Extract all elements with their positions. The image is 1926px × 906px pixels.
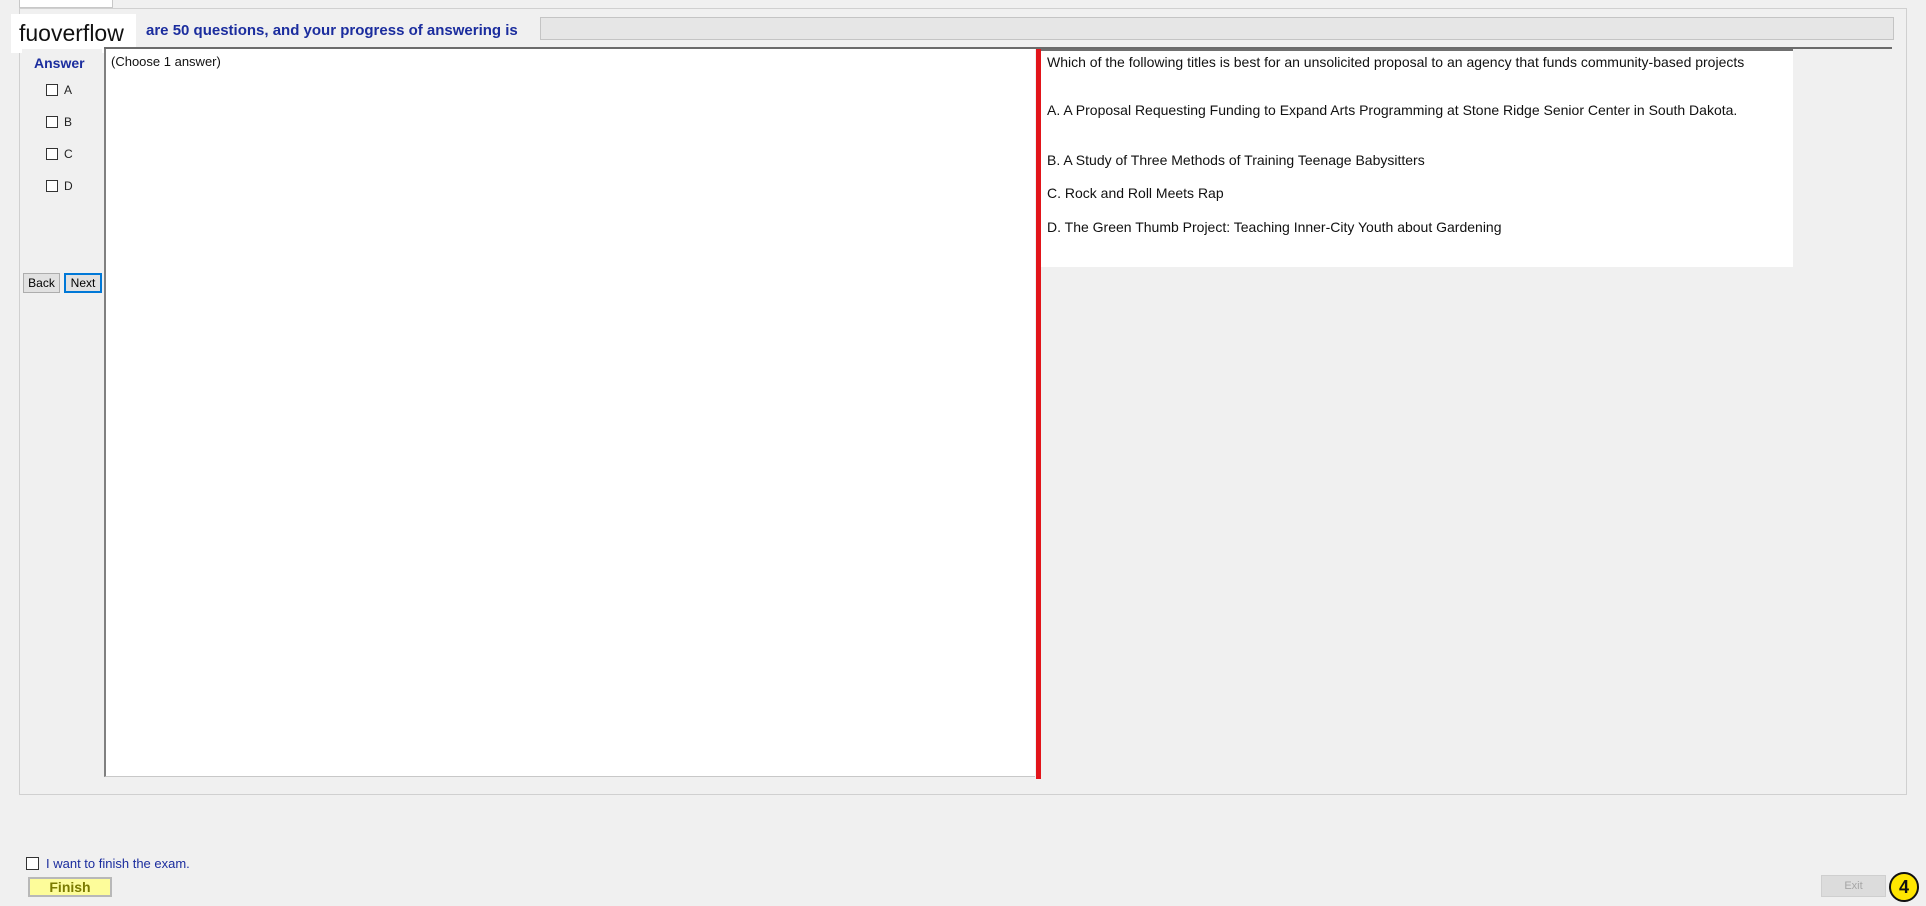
choose-hint: (Choose 1 answer) [111, 54, 221, 69]
answer-c-checkbox[interactable] [46, 148, 58, 160]
question-choice-b: B. A Study of Three Methods of Training … [1047, 152, 1425, 168]
answer-b-label: B [64, 115, 73, 129]
question-choice-a: A. A Proposal Requesting Funding to Expa… [1047, 102, 1738, 118]
finish-confirm-label: I want to finish the exam. [46, 856, 190, 871]
answer-option-d[interactable]: D [46, 178, 73, 194]
answer-heading: Answer [34, 55, 85, 71]
answer-d-label: D [64, 179, 73, 193]
answer-option-a[interactable]: A [46, 82, 72, 98]
question-choice-d: D. The Green Thumb Project: Teaching Inn… [1047, 219, 1502, 235]
answer-a-label: A [64, 83, 73, 97]
answer-a-checkbox[interactable] [46, 84, 58, 96]
finish-confirm[interactable]: I want to finish the exam. [26, 856, 190, 871]
question-choice-c: C. Rock and Roll Meets Rap [1047, 185, 1224, 201]
answer-c-label: C [64, 147, 73, 161]
question-panel: Which of the following titles is best fo… [1041, 49, 1793, 267]
number-badge: 4 [1889, 872, 1919, 902]
back-button[interactable]: Back [23, 273, 60, 293]
finish-button[interactable]: Finish [28, 877, 112, 897]
finish-confirm-checkbox[interactable] [26, 857, 39, 870]
progress-label: are 50 questions, and your progress of a… [146, 22, 518, 39]
exit-button[interactable]: Exit [1821, 875, 1886, 897]
window-tab [19, 0, 113, 8]
answer-option-c[interactable]: C [46, 146, 73, 162]
answer-work-area [104, 49, 1035, 777]
answer-b-checkbox[interactable] [46, 116, 58, 128]
next-button[interactable]: Next [64, 273, 102, 293]
question-text: Which of the following titles is best fo… [1047, 54, 1745, 70]
answer-option-b[interactable]: B [46, 114, 72, 130]
progress-bar [540, 17, 1894, 40]
answer-d-checkbox[interactable] [46, 180, 58, 192]
